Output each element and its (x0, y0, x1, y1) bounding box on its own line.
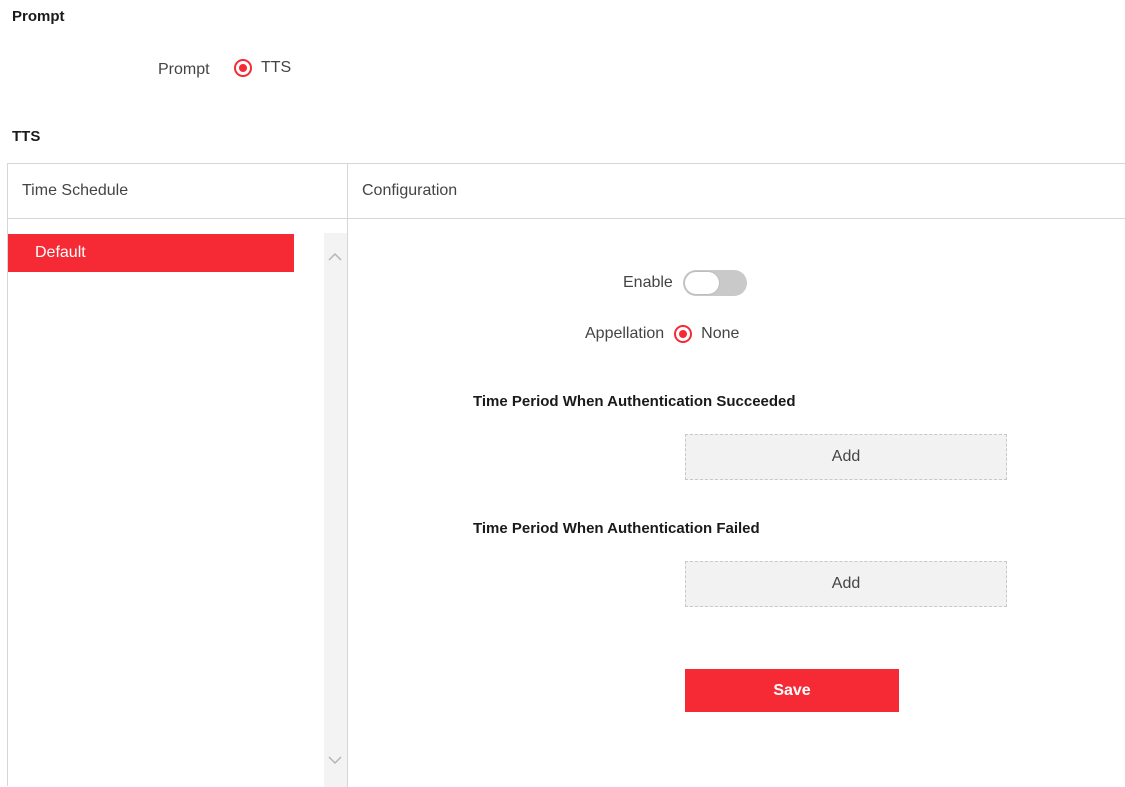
column-divider (347, 164, 348, 787)
appellation-none-radio[interactable]: None (674, 325, 739, 343)
appellation-label: Appellation (585, 325, 665, 342)
failed-period-title: Time Period When Authentication Failed (473, 520, 760, 537)
prompt-tts-option-label: TTS (261, 59, 292, 76)
prompt-tts-radio[interactable]: TTS (234, 59, 291, 77)
chevron-down-icon[interactable] (328, 753, 342, 767)
appellation-row: Appellation None (585, 325, 739, 343)
save-button[interactable]: Save (685, 669, 899, 712)
add-failed-period-button[interactable]: Add (685, 561, 1007, 607)
enable-toggle[interactable] (682, 270, 747, 296)
add-succeeded-period-button[interactable]: Add (685, 434, 1007, 480)
radio-selected-icon (674, 325, 693, 343)
table-header: Time Schedule Configuration (8, 164, 1125, 219)
schedule-list-scrollbar[interactable] (324, 233, 347, 787)
succeeded-period-title: Time Period When Authentication Succeede… (473, 393, 796, 410)
chevron-up-icon[interactable] (328, 250, 342, 264)
tts-section-title: TTS (12, 128, 41, 145)
appellation-none-label: None (701, 325, 740, 342)
radio-selected-icon (234, 59, 252, 77)
prompt-section-title: Prompt (12, 8, 65, 25)
column-header-time-schedule: Time Schedule (22, 182, 129, 199)
toggle-knob (683, 271, 720, 295)
schedule-item-default[interactable]: Default (8, 234, 294, 272)
enable-label: Enable (623, 274, 673, 291)
prompt-field-label: Prompt (158, 61, 210, 78)
enable-row: Enable (623, 270, 747, 296)
column-header-configuration: Configuration (362, 182, 458, 199)
